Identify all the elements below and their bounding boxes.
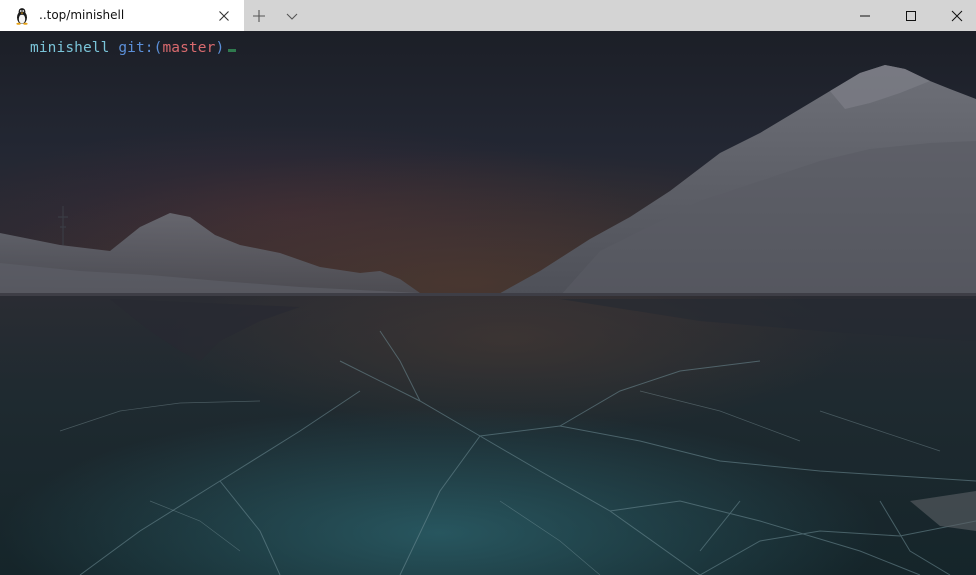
tab-title: ..top/minishell [39,8,125,22]
tab-close-icon[interactable] [216,8,232,24]
terminal-window: ..top/minishell minishell git:(master) [0,0,976,575]
text-cursor [228,49,237,52]
minimize-icon [860,15,870,16]
chevron-down-icon[interactable] [283,7,301,25]
maximize-button[interactable] [888,0,934,31]
tab-minishell[interactable]: ..top/minishell [0,0,244,32]
background-image [0,31,976,575]
prompt-git-close: ) [215,40,225,56]
prompt-git-branch: master [162,40,216,56]
maximize-icon [906,10,916,21]
title-bar[interactable]: ..top/minishell [0,0,976,32]
plus-icon[interactable] [250,7,268,25]
shell-prompt: minishell git:(master) [30,40,237,56]
terminal-pane[interactable]: minishell git:(master) [0,31,976,575]
linux-tux-icon [16,8,28,25]
prompt-git-label: git:( [118,40,163,56]
close-button[interactable] [934,0,976,31]
close-icon [951,10,963,21]
minimize-button[interactable] [842,0,888,31]
prompt-directory: minishell [30,40,110,56]
